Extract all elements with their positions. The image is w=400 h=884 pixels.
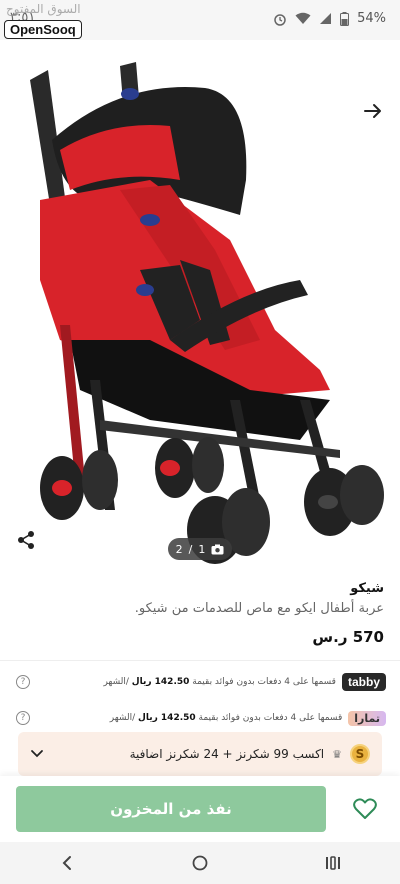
installment-text-before: قسمها على 4 دفعات بدون فوائد بقيمة xyxy=(198,713,343,723)
stroller-image xyxy=(30,62,384,564)
question-icon[interactable]: ? xyxy=(16,675,30,689)
opensooq-logo: OpenSooq xyxy=(4,20,82,39)
product-brand: شيكو xyxy=(350,581,384,596)
product-description: عربة أطفال ايكو مع ماص للصدمات من شيكو. xyxy=(134,601,384,616)
product-gallery[interactable] xyxy=(0,40,400,568)
bottom-action-bar: نفذ من المخزون xyxy=(0,776,400,842)
points-text: اكسب 99 شكرنز + 24 شكرنز اضافية xyxy=(129,747,325,761)
indicator-separator: / xyxy=(188,542,193,556)
camera-icon xyxy=(211,544,224,554)
heart-icon xyxy=(353,798,377,819)
image-page-indicator: 2 / 1 xyxy=(168,538,232,560)
favorite-button[interactable] xyxy=(352,796,378,822)
points-info: S ♛ اكسب 99 شكرنز + 24 شكرنز اضافية xyxy=(130,744,370,764)
installment-amount: 142.50 ريال xyxy=(131,677,190,687)
back-chevron-icon xyxy=(62,856,71,870)
tamara-installment-row[interactable]: ? تمارا قسمها على 4 دفعات بدون فوائد بقي… xyxy=(16,707,386,729)
installment-text-before: قسمها على 4 دفعات بدون فوائد بقيمة xyxy=(192,677,336,687)
next-image-button[interactable] xyxy=(356,94,390,128)
tamara-logo: تمارا xyxy=(348,710,386,726)
points-banner[interactable]: S ♛ اكسب 99 شكرنز + 24 شكرنز اضافية xyxy=(18,732,382,776)
question-icon[interactable]: ? xyxy=(16,711,30,725)
tamara-installment-info: تمارا قسمها على 4 دفعات بدون فوائد بقيمة… xyxy=(110,710,386,726)
arrow-right-icon xyxy=(364,104,381,118)
recents-icon xyxy=(326,856,341,870)
installment-amount: 142.50 ريال xyxy=(138,713,196,723)
signal-icon xyxy=(320,13,332,24)
divider xyxy=(0,660,400,661)
out-of-stock-button[interactable]: نفذ من المخزون xyxy=(16,786,326,832)
battery-percent: 54% xyxy=(357,11,386,26)
product-price: 570 ر.س xyxy=(312,628,384,646)
indicator-total: 2 xyxy=(175,542,183,556)
battery-icon xyxy=(340,11,350,26)
tabby-installment-row[interactable]: ? tabby قسمها على 4 دفعات بدون فوائد بقي… xyxy=(16,671,386,693)
tabby-logo: tabby xyxy=(341,673,386,691)
back-button[interactable] xyxy=(47,848,87,878)
home-circle-icon xyxy=(192,855,208,871)
coin-icon: S xyxy=(350,744,370,764)
system-nav-bar xyxy=(0,842,400,884)
status-icons: 54% xyxy=(273,11,386,26)
share-button[interactable] xyxy=(12,526,40,554)
alarm-icon xyxy=(274,13,286,26)
installment-text-after: /الشهر xyxy=(109,713,136,723)
home-button[interactable] xyxy=(180,848,220,878)
wifi-icon xyxy=(295,12,311,24)
indicator-current: 1 xyxy=(198,542,206,556)
installment-text: قسمها على 4 دفعات بدون فوائد بقيمة 142.5… xyxy=(110,713,343,723)
chevron-down-icon[interactable] xyxy=(30,749,44,759)
installment-text-after: /الشهر xyxy=(103,677,129,687)
recents-button[interactable] xyxy=(313,848,353,878)
share-icon xyxy=(18,531,34,549)
tabby-installment-info: tabby قسمها على 4 دفعات بدون فوائد بقيمة… xyxy=(103,673,386,691)
crown-icon: ♛ xyxy=(332,747,342,761)
installment-text: قسمها على 4 دفعات بدون فوائد بقيمة 142.5… xyxy=(103,677,336,687)
brand-watermark: السوق المفتوح xyxy=(6,2,81,16)
